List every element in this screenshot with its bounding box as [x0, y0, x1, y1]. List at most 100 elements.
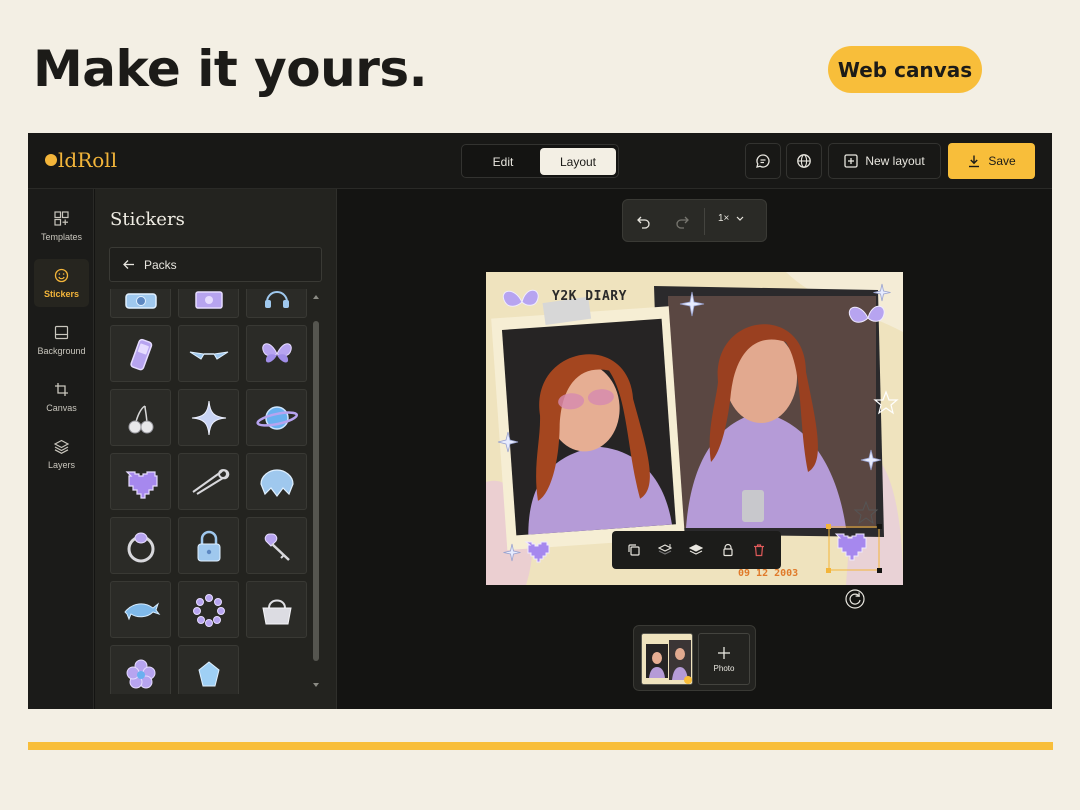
sticker-safety-pin[interactable] — [178, 453, 239, 510]
language-button[interactable] — [786, 143, 822, 179]
sticker-dolphin[interactable] — [110, 581, 171, 638]
gem-sticker-icon — [197, 660, 220, 686]
sparkle-sticker-icon — [191, 400, 226, 435]
sticker-flower-disc[interactable] — [178, 289, 239, 318]
globe-icon — [797, 154, 811, 168]
padlock-sticker-icon — [197, 530, 220, 561]
flip-phone-sticker-icon — [129, 338, 152, 370]
save-button[interactable]: Save — [948, 143, 1035, 179]
logo-text: ldRoll — [58, 148, 118, 172]
cherries-sticker-icon — [128, 404, 153, 433]
butterfly-sticker-icon — [261, 342, 292, 362]
undo-icon[interactable] — [636, 213, 652, 229]
page-headline: Make it yours. — [33, 40, 428, 98]
sticker-flower[interactable] — [110, 645, 171, 694]
sticker-bead-bracelet[interactable] — [178, 581, 239, 638]
scroll-up-icon[interactable] — [313, 295, 319, 299]
thumbnail-preview — [642, 634, 692, 684]
add-photo-label: Photo — [713, 663, 735, 673]
safety-pin-sticker-icon — [191, 468, 229, 495]
comment-button[interactable] — [745, 143, 781, 179]
rail-label-stickers: Stickers — [43, 288, 80, 299]
packs-back-button[interactable]: Packs — [109, 247, 322, 282]
sticker-padlock[interactable] — [178, 517, 239, 574]
rail-item-stickers[interactable]: Stickers — [34, 259, 89, 307]
sticker-cherries[interactable] — [110, 389, 171, 446]
templates-icon — [54, 210, 69, 226]
rail-item-templates[interactable]: Templates — [34, 202, 89, 250]
add-photo-button[interactable]: Photo — [698, 633, 750, 685]
logo-dot-icon — [45, 154, 57, 166]
crop-icon — [55, 382, 68, 396]
sticker-butterfly[interactable] — [246, 325, 307, 382]
bring-forward-icon[interactable] — [658, 543, 673, 557]
sticker-hair-clip[interactable] — [246, 453, 307, 510]
duplicate-icon[interactable] — [627, 543, 641, 557]
app-window: ldRoll Edit Layout New layout Save Templ… — [28, 133, 1052, 709]
toolbar-divider — [704, 208, 705, 235]
new-layout-button[interactable]: New layout — [828, 143, 941, 179]
chat-bubble-icon — [756, 154, 770, 168]
sticker-grid — [109, 289, 309, 694]
layers-icon — [54, 439, 69, 454]
chevron-down-icon — [736, 216, 744, 221]
rail-label-canvas: Canvas — [46, 402, 77, 413]
panel-title: Stickers — [110, 209, 185, 230]
new-layout-label: New layout — [865, 154, 925, 168]
sticker-ring[interactable] — [110, 517, 171, 574]
flower-disc-sticker-icon — [194, 290, 223, 309]
sticker-camera[interactable] — [110, 289, 171, 318]
sticker-handbag[interactable] — [246, 581, 307, 638]
camera-sticker-icon — [124, 292, 157, 309]
zoom-select[interactable]: 1× — [718, 213, 744, 224]
app-logo[interactable]: ldRoll — [45, 148, 117, 172]
page-thumbnail[interactable] — [641, 633, 693, 685]
sticker-heart-key[interactable] — [246, 517, 307, 574]
sticker-planet[interactable] — [246, 389, 307, 446]
headphones-sticker-icon — [264, 290, 289, 308]
smiley-icon — [54, 268, 69, 282]
tab-layout[interactable]: Layout — [540, 148, 616, 175]
sticker-sparkle[interactable] — [178, 389, 239, 446]
zoom-value: 1× — [718, 213, 730, 224]
collage-title: Y2K DIARY — [552, 289, 627, 304]
plus-icon — [718, 646, 730, 659]
sticker-flip-phone[interactable] — [110, 325, 171, 382]
ring-sticker-icon — [127, 532, 154, 562]
left-rail: Templates Stickers Background Canvas Lay… — [28, 189, 94, 709]
send-backward-icon[interactable] — [689, 543, 704, 557]
background-icon — [54, 325, 69, 339]
canvas-toolbar: 1× — [622, 199, 767, 242]
lock-icon[interactable] — [721, 543, 735, 557]
stickers-panel: Stickers Packs — [95, 189, 337, 709]
sticker-sunglasses[interactable] — [178, 325, 239, 382]
rail-item-canvas[interactable]: Canvas — [34, 373, 89, 421]
download-icon — [969, 155, 980, 168]
rail-item-background[interactable]: Background — [34, 316, 89, 364]
redo-icon[interactable] — [674, 213, 690, 229]
arrow-left-icon — [123, 260, 134, 269]
bead-bracelet-sticker-icon — [192, 593, 225, 627]
sticker-pixel-heart[interactable] — [110, 453, 171, 510]
rail-label-layers: Layers — [47, 459, 75, 470]
accent-rule — [28, 742, 1053, 750]
sticker-scrollbar[interactable] — [312, 289, 320, 694]
plus-square-icon — [844, 154, 858, 168]
mode-switch: Edit Layout — [461, 144, 619, 178]
rotate-handle-icon[interactable] — [844, 588, 866, 610]
scroll-down-icon[interactable] — [313, 683, 319, 687]
tab-edit[interactable]: Edit — [466, 148, 540, 175]
hair-clip-sticker-icon — [259, 468, 294, 497]
sticker-headphones[interactable] — [246, 289, 307, 318]
element-toolbar — [612, 531, 781, 569]
planet-sticker-icon — [255, 405, 298, 430]
rail-label-templates: Templates — [40, 231, 83, 242]
rail-label-background: Background — [37, 345, 86, 356]
scroll-thumb[interactable] — [313, 321, 319, 661]
save-label: Save — [988, 154, 1016, 168]
trash-icon[interactable] — [752, 543, 766, 557]
sticker-gem[interactable] — [178, 645, 239, 694]
collage-date-stamp: 09 12 2003 — [738, 568, 799, 579]
rail-item-layers[interactable]: Layers — [34, 430, 89, 478]
top-bar: ldRoll Edit Layout New layout Save — [28, 133, 1052, 189]
